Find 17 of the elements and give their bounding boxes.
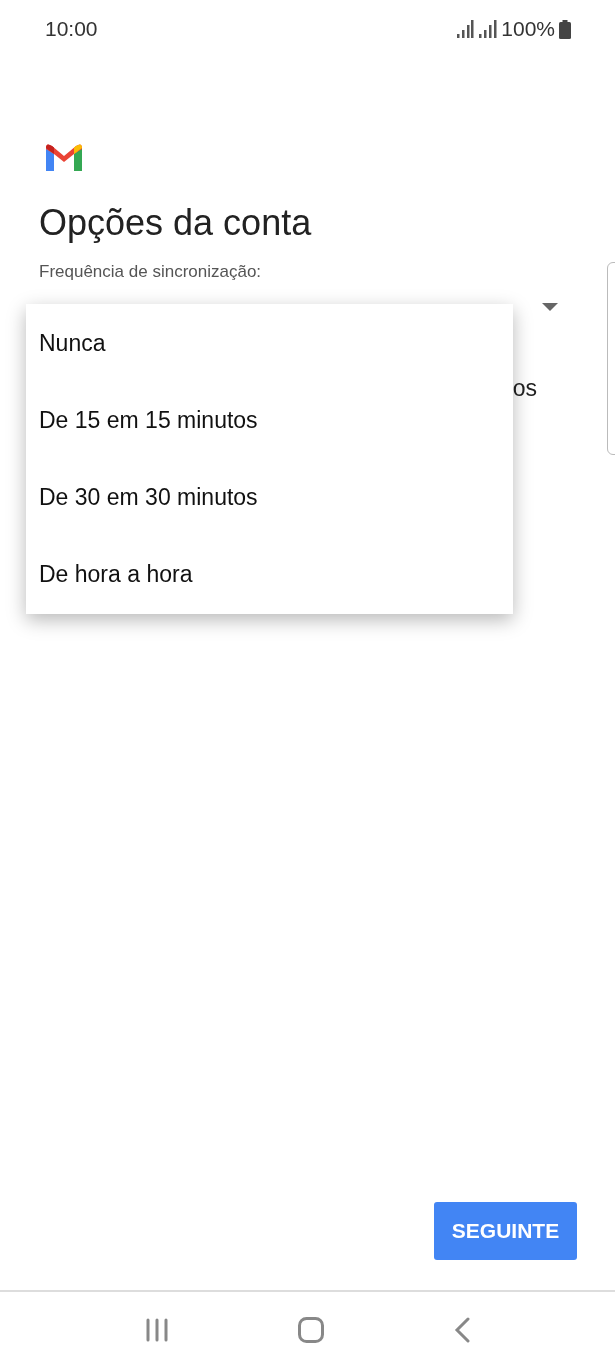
- menu-item[interactable]: Nunca: [26, 305, 513, 382]
- menu-item[interactable]: De 15 em 15 minutos: [26, 382, 513, 459]
- menu-item[interactable]: De 30 em 30 minutos: [26, 459, 513, 536]
- signal-icon: [457, 20, 498, 38]
- partial-text: os: [512, 373, 537, 403]
- menu-item[interactable]: De hora a hora: [26, 536, 513, 613]
- recent-apps-icon[interactable]: [144, 1317, 169, 1342]
- field-label: Frequência de sincronização:: [38, 261, 263, 283]
- mail-logo-icon: [46, 144, 82, 171]
- page-title: Opções da conta: [38, 201, 313, 245]
- dropdown-arrow-icon: [542, 302, 558, 311]
- battery-percent: 100%: [501, 16, 555, 43]
- home-icon[interactable]: [298, 1316, 325, 1343]
- status-time: 10:00: [45, 16, 98, 43]
- battery-icon: [559, 19, 571, 39]
- back-icon[interactable]: [454, 1316, 471, 1343]
- next-button[interactable]: SEGUINTE: [434, 1202, 577, 1260]
